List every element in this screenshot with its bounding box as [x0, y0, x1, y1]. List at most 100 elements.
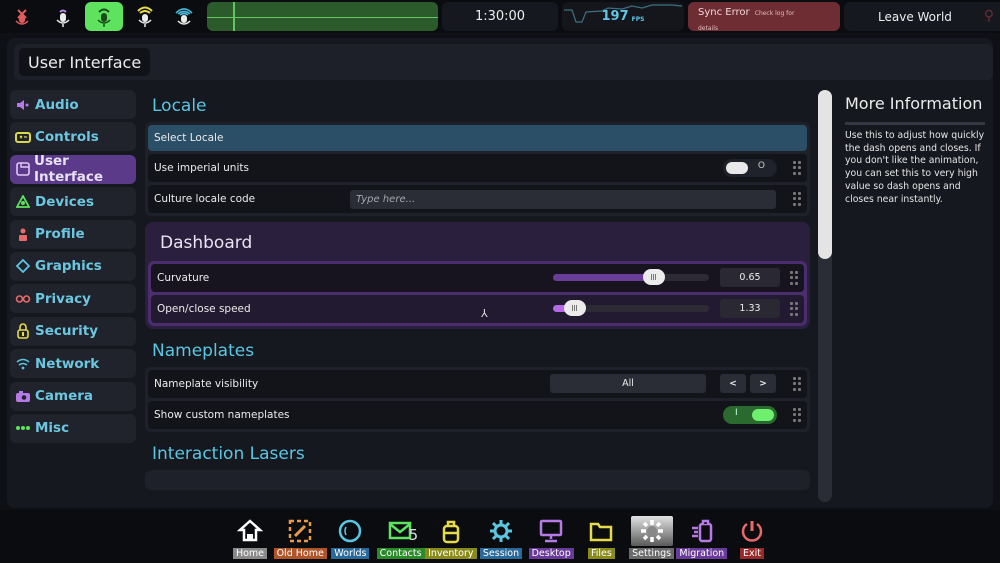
dock-item-inventory[interactable]: Inventory: [425, 516, 477, 562]
drag-handle-icon[interactable]: [793, 377, 801, 391]
sidebar-item-user-interface[interactable]: User Interface: [10, 153, 136, 186]
mic-mode-shout-button[interactable]: [126, 2, 164, 31]
inventory-icon: [436, 516, 466, 546]
scrollbar-thumb[interactable]: [818, 90, 832, 259]
locale-group: Select Locale Use imperial units O Cultu…: [145, 122, 810, 216]
drag-handle-icon[interactable]: [793, 408, 801, 422]
chevron-left-icon: <: [729, 378, 737, 389]
chevron-right-icon: >: [759, 378, 767, 389]
sidebar-item-network[interactable]: Network: [10, 349, 136, 379]
dock-item-exit[interactable]: Exit: [728, 516, 776, 562]
toggle-state: I: [735, 408, 738, 418]
dock-item-label: Settings: [629, 548, 675, 559]
select-locale-button[interactable]: Select Locale: [148, 125, 807, 151]
fps-unit: FPS: [631, 15, 645, 23]
sidebar-item-label: User Interface: [34, 153, 104, 186]
mic-mode-normal-button[interactable]: [85, 2, 123, 31]
sync-error-button[interactable]: Sync Error Check log for details: [688, 2, 840, 32]
dock-item-label: Desktop: [528, 548, 574, 559]
imperial-units-toggle[interactable]: O: [723, 159, 777, 177]
leave-world-label: Leave World: [878, 9, 952, 24]
nameplate-visibility-row: Nameplate visibility All < >: [148, 370, 807, 398]
nameplate-visibility-value: All: [550, 374, 706, 393]
files-icon: [586, 516, 616, 546]
voice-activity-meter: [207, 2, 438, 31]
content-scrollbar[interactable]: [818, 90, 832, 502]
devices-icon: [15, 194, 31, 210]
sync-error-detail: Check log for: [754, 10, 795, 17]
sidebar-item-graphics[interactable]: Graphics: [10, 251, 136, 281]
drag-handle-icon[interactable]: [793, 161, 801, 175]
slider-fill: [553, 274, 655, 281]
sidebar-item-security[interactable]: Security: [10, 316, 136, 346]
toggle-knob: [752, 409, 774, 421]
sidebar-item-camera[interactable]: Camera: [10, 381, 136, 411]
more-information-panel: More Information Use this to adjust how …: [845, 93, 987, 206]
dashboard-rows: Curvature 0.65 Open/close speed ⅄ 1.33: [148, 261, 807, 326]
sidebar-item-controls[interactable]: Controls: [10, 122, 136, 152]
interaction-lasers-group: [145, 470, 810, 490]
dock-item-migration[interactable]: Migration: [676, 516, 728, 562]
mic-whisper-icon: [56, 9, 70, 27]
leave-world-button[interactable]: Leave World ⚲: [844, 2, 1000, 31]
dock-item-home[interactable]: Home: [226, 516, 274, 562]
info-divider: [845, 122, 985, 125]
dock-item-label: Exit: [740, 548, 764, 559]
dock-item-old-home[interactable]: Old Home: [273, 516, 327, 562]
dock-item-settings[interactable]: Settings: [628, 516, 676, 562]
sidebar-item-label: Network: [35, 355, 100, 372]
culture-code-input[interactable]: [350, 190, 776, 209]
meter-threshold-line: [207, 17, 438, 18]
dots-icon: [15, 420, 31, 436]
slider-thumb[interactable]: [563, 300, 586, 316]
open-close-speed-value[interactable]: 1.33: [720, 299, 780, 318]
dock-item-label: Worlds: [331, 548, 370, 559]
previous-option-button[interactable]: <: [720, 374, 746, 393]
contacts-badge: 5: [408, 526, 419, 544]
diamond-icon: [15, 258, 31, 274]
dock-item-desktop[interactable]: Desktop: [527, 516, 575, 562]
sidebar-item-privacy[interactable]: Privacy: [10, 284, 136, 314]
dock-item-contacts[interactable]: 5 Contacts: [376, 516, 425, 562]
sidebar-item-label: Misc: [35, 420, 70, 437]
drag-handle-icon[interactable]: [790, 302, 798, 316]
gamepad-icon: [15, 129, 31, 145]
section-title-dashboard: Dashboard: [160, 233, 253, 253]
dock-item-session[interactable]: Session: [477, 516, 525, 562]
mic-mode-whisper-button[interactable]: [44, 2, 82, 31]
drag-handle-icon[interactable]: [793, 192, 801, 206]
mic-mode-muted-button[interactable]: [3, 2, 41, 31]
wifi-icon: [15, 356, 31, 372]
dock-item-worlds[interactable]: Worlds: [326, 516, 374, 562]
custom-nameplates-label: Show custom nameplates: [154, 409, 290, 421]
sidebar-item-misc[interactable]: Misc: [10, 413, 136, 443]
next-option-button[interactable]: >: [750, 374, 776, 393]
sidebar-item-devices[interactable]: Devices: [10, 187, 136, 217]
slider-thumb[interactable]: [643, 269, 666, 285]
mic-mode-broadcast-button[interactable]: [165, 2, 203, 31]
dock-item-files[interactable]: Files: [577, 516, 625, 562]
dock-item-label: Session: [479, 548, 523, 559]
window-icon: [15, 161, 30, 177]
mic-muted-icon: [15, 8, 29, 25]
info-body: Use this to adjust how quickly the dash …: [845, 130, 985, 205]
settings-sidebar: Audio Controls User Interface Devices Pr…: [10, 90, 136, 446]
sidebar-item-audio[interactable]: Audio: [10, 90, 136, 119]
curvature-value[interactable]: 0.65: [720, 268, 780, 287]
toggle-knob: [726, 162, 748, 174]
dock-item-label: Home: [232, 548, 268, 559]
fps-counter: 197 FPS: [562, 2, 684, 31]
open-close-speed-slider[interactable]: [553, 300, 709, 316]
sync-error-detail-2: details: [698, 25, 718, 32]
dock-item-label: Files: [587, 548, 615, 559]
open-close-speed-row: Open/close speed ⅄ 1.33: [151, 295, 804, 323]
session-icon: [486, 516, 516, 546]
drag-handle-icon[interactable]: [790, 271, 798, 285]
sidebar-item-profile[interactable]: Profile: [10, 219, 136, 249]
old-home-icon: [285, 516, 315, 546]
curvature-label: Curvature: [157, 272, 210, 284]
custom-nameplates-toggle[interactable]: I: [723, 406, 777, 424]
curvature-slider[interactable]: [553, 269, 709, 285]
sidebar-item-label: Devices: [35, 193, 94, 210]
home-icon: [235, 516, 265, 546]
